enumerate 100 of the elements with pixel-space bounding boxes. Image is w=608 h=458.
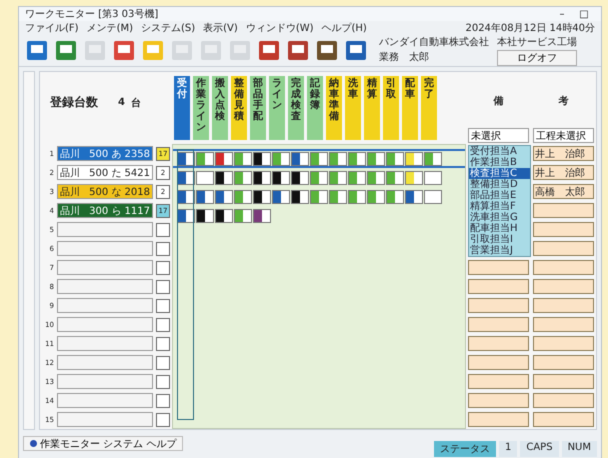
plate-field[interactable] bbox=[57, 336, 153, 351]
status-field: NUM bbox=[562, 441, 597, 457]
remark-field[interactable] bbox=[533, 222, 594, 237]
filter-dropdown[interactable]: 未選択 bbox=[468, 128, 529, 143]
stage-header: 引取 bbox=[383, 76, 399, 140]
menu-item[interactable]: ウィンドウ(W) bbox=[246, 21, 314, 35]
stage-header: 部品手配 bbox=[250, 76, 266, 140]
count-badge bbox=[156, 280, 170, 294]
remark-field[interactable] bbox=[468, 374, 529, 389]
status-field: CAPS bbox=[520, 441, 559, 457]
plate-field[interactable]: 品川 500 な 2018 bbox=[57, 184, 153, 199]
remark-field[interactable] bbox=[468, 317, 529, 332]
dropdown-item[interactable]: 受付担当A bbox=[469, 146, 530, 157]
plate-field[interactable] bbox=[57, 393, 153, 408]
plate-field[interactable]: 品川 500 た 5421 bbox=[57, 165, 153, 180]
stage-header: ライン bbox=[269, 76, 285, 140]
stage-header: 納車準備 bbox=[326, 76, 342, 140]
remark-field[interactable] bbox=[533, 260, 594, 275]
remark-field[interactable] bbox=[468, 298, 529, 313]
window-title: ワークモニター [第3 03号機] bbox=[25, 8, 158, 21]
remark-field[interactable] bbox=[533, 374, 594, 389]
logoff-button[interactable]: ログオフ bbox=[497, 50, 577, 66]
tile-icon bbox=[228, 38, 252, 62]
remark-field[interactable] bbox=[468, 260, 529, 275]
tile-icon bbox=[286, 38, 310, 62]
status-field: ステータス bbox=[434, 441, 496, 457]
tile-icon bbox=[314, 38, 338, 62]
count-value: 4 bbox=[118, 97, 125, 108]
plate-field[interactable] bbox=[57, 298, 153, 313]
count-badge bbox=[156, 260, 170, 274]
remark-field[interactable] bbox=[468, 336, 529, 351]
window-control[interactable]: □ bbox=[573, 8, 595, 20]
count-unit: 台 bbox=[130, 96, 141, 110]
tile-icon bbox=[54, 38, 78, 62]
remark-field[interactable] bbox=[533, 336, 594, 351]
remark-field[interactable] bbox=[533, 317, 594, 332]
dropdown-item[interactable]: 営業担当J bbox=[469, 245, 530, 256]
remark-field[interactable] bbox=[533, 393, 594, 408]
menu-item[interactable]: システム(S) bbox=[141, 21, 196, 35]
window-control[interactable]: – bbox=[551, 8, 573, 20]
plate-field[interactable] bbox=[57, 374, 153, 389]
stage-header: 完成検査 bbox=[288, 76, 304, 140]
dropdown-item[interactable]: 引取担当I bbox=[469, 234, 530, 245]
stage-header: 完了 bbox=[421, 76, 437, 140]
bottom-tab[interactable]: 作業モニター システム ヘルプ bbox=[23, 436, 184, 451]
menu-item[interactable]: ヘルプ(H) bbox=[322, 21, 367, 35]
tile-icon bbox=[170, 38, 194, 62]
dropdown-item[interactable]: 作業担当B bbox=[469, 157, 530, 168]
remark-field[interactable] bbox=[468, 279, 529, 294]
remark-field[interactable]: 井上 治郎 bbox=[533, 146, 594, 161]
circle-icon bbox=[30, 440, 37, 447]
tile-icon bbox=[24, 38, 48, 62]
plate-field[interactable] bbox=[57, 279, 153, 294]
plate-field[interactable] bbox=[57, 317, 153, 332]
stage-header: 記録簿 bbox=[307, 76, 323, 140]
tile-icon bbox=[256, 38, 280, 62]
progress-row[interactable] bbox=[173, 149, 465, 168]
count-badge bbox=[156, 318, 170, 332]
count-badge bbox=[156, 336, 170, 350]
dropdown-item[interactable]: 配車担当H bbox=[469, 223, 530, 234]
dropdown-item[interactable]: 整備担当D bbox=[469, 179, 530, 190]
plate-field[interactable] bbox=[57, 412, 153, 427]
count-badge bbox=[156, 374, 170, 388]
remark-field[interactable] bbox=[533, 298, 594, 313]
stage-header: 配車 bbox=[402, 76, 418, 140]
dropdown-item[interactable]: 精算担当F bbox=[469, 201, 530, 212]
dropdown-item[interactable]: 検査担当C bbox=[469, 168, 530, 179]
tile-icon bbox=[112, 38, 136, 62]
filter-dropdown[interactable]: 工程未選択 bbox=[533, 128, 594, 143]
count-label: 登録台数 bbox=[50, 94, 98, 111]
tile-icon bbox=[82, 38, 106, 62]
remark-field[interactable] bbox=[468, 393, 529, 408]
remark-field[interactable] bbox=[533, 279, 594, 294]
branch-name: 本社サービス工場 bbox=[497, 36, 577, 49]
dropdown-item[interactable]: 洗車担当G bbox=[469, 212, 530, 223]
remark-field[interactable] bbox=[533, 203, 594, 218]
remark-field[interactable] bbox=[533, 355, 594, 370]
dropdown-item[interactable]: 部品担当E bbox=[469, 190, 530, 201]
remark-field[interactable] bbox=[533, 241, 594, 256]
plate-field[interactable] bbox=[57, 355, 153, 370]
menu-item[interactable]: ファイル(F) bbox=[25, 21, 79, 35]
stage-header: 搬入点検 bbox=[212, 76, 228, 140]
remark-field[interactable] bbox=[468, 412, 529, 427]
plate-field[interactable] bbox=[57, 222, 153, 237]
tile-icon bbox=[140, 38, 164, 62]
count-badge bbox=[156, 412, 170, 426]
remark-field[interactable] bbox=[533, 412, 594, 427]
plate-field[interactable] bbox=[57, 241, 153, 256]
plate-field[interactable]: 品川 300 ら 1117 bbox=[57, 203, 153, 218]
plate-field[interactable] bbox=[57, 260, 153, 275]
count-badge bbox=[156, 222, 170, 236]
menu-item[interactable]: 表示(V) bbox=[203, 21, 238, 35]
remark-field[interactable]: 高橋 太郎 bbox=[533, 184, 594, 199]
menu-item[interactable]: メンテ(M) bbox=[86, 21, 133, 35]
count-badge bbox=[156, 242, 170, 256]
remark-field[interactable]: 井上 治郎 bbox=[533, 165, 594, 180]
stage-header: 作業ライン bbox=[193, 76, 209, 140]
remark-field[interactable] bbox=[468, 355, 529, 370]
tile-icon bbox=[198, 38, 222, 62]
plate-field[interactable]: 品川 500 あ 2358 bbox=[57, 146, 153, 161]
